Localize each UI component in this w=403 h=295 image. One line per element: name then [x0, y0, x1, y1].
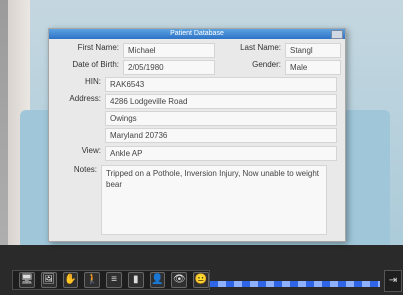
gender-field[interactable]: Male — [285, 60, 341, 75]
gender-label: Gender: — [252, 60, 281, 69]
person-icon[interactable]: 🚶 — [84, 272, 101, 288]
eye-icon[interactable]: 👁 — [171, 272, 188, 288]
view-label: View: — [81, 146, 101, 155]
address-line2-row: Owings — [49, 111, 345, 126]
view-field[interactable]: Ankle AP — [105, 146, 337, 161]
last-name-label: Last Name: — [240, 43, 281, 52]
hin-label: HIN: — [85, 77, 101, 86]
address-line3-row: Maryland 20736 — [49, 128, 345, 143]
bottom-toolbar: 🖥 🖼 ✋ 🚶 ≡ ▮ 👤 👁 😐 — [12, 270, 210, 290]
dob-label: Date of Birth: — [72, 60, 119, 69]
first-name-field[interactable]: Michael — [123, 43, 215, 58]
ruler-icon[interactable]: ▮ — [127, 272, 144, 288]
address-label: Address: — [69, 94, 101, 103]
address-row: Address: 4286 Lodgeville Road — [49, 94, 345, 109]
hand-icon[interactable]: ✋ — [62, 272, 79, 288]
notes-field[interactable]: Tripped on a Pothole, Inversion Injury, … — [101, 165, 327, 235]
hin-row: HIN: RAK6543 — [49, 77, 345, 92]
notes-label: Notes: — [73, 165, 97, 174]
menu-icon[interactable]: ≡ — [106, 272, 122, 288]
last-name-field[interactable]: Stangl — [285, 43, 341, 58]
first-name-label: First Name: — [77, 43, 119, 52]
image-icon[interactable]: 🖼 — [40, 272, 57, 288]
patient-icon[interactable]: 👤 — [149, 272, 166, 288]
face-icon[interactable]: 😐 — [193, 272, 210, 288]
address-line2-field[interactable]: Owings — [105, 111, 337, 126]
exit-button[interactable]: ⇥ — [384, 270, 402, 292]
address-line3-field[interactable]: Maryland 20736 — [105, 128, 337, 143]
monitor-icon[interactable]: 🖥 — [19, 272, 35, 288]
view-row: View: Ankle AP — [49, 146, 345, 161]
window-title: Patient Database — [170, 30, 224, 37]
name-row: First Name: Michael Last Name: Stangl — [49, 43, 345, 58]
progress-stripe — [210, 281, 380, 287]
close-button[interactable] — [331, 30, 343, 39]
window-titlebar: Patient Database — [49, 29, 345, 39]
address-line1-field[interactable]: 4286 Lodgeville Road — [105, 94, 337, 109]
dob-field[interactable]: 2/05/1980 — [123, 60, 215, 75]
patient-database-window: Patient Database First Name: Michael Las… — [48, 28, 346, 242]
hin-field[interactable]: RAK6543 — [105, 77, 337, 92]
dob-row: Date of Birth: 2/05/1980 Gender: Male — [49, 60, 345, 75]
